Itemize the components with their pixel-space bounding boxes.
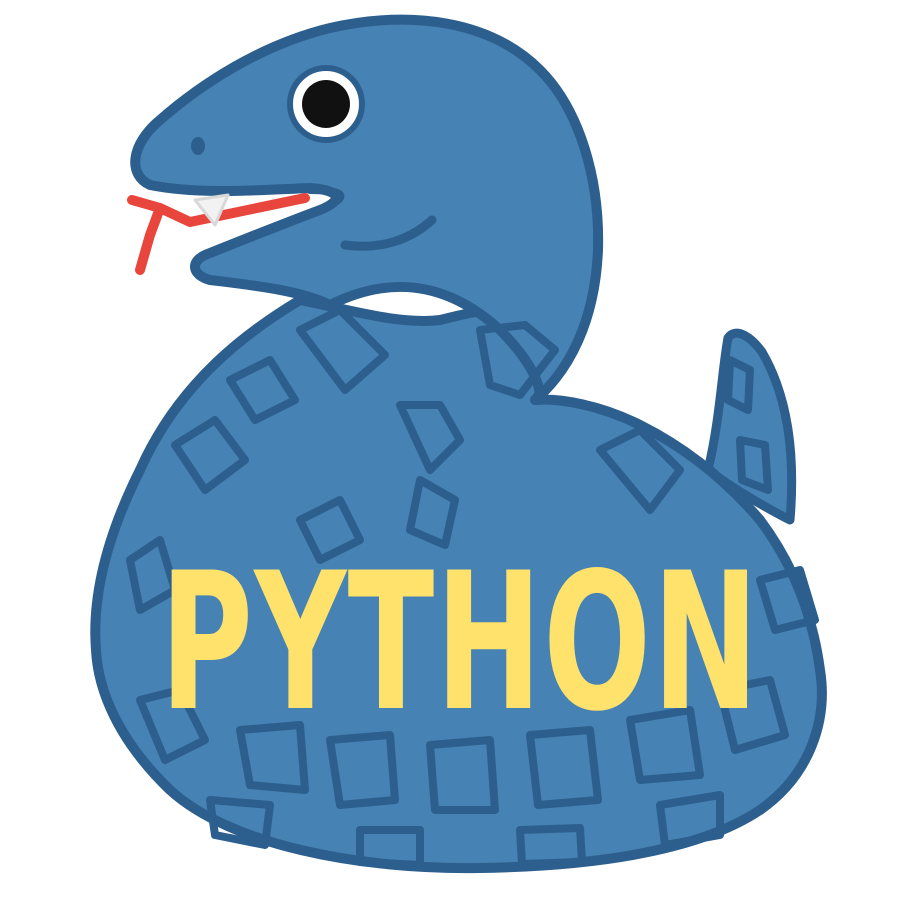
logo-canvas: PYTHON xyxy=(0,0,900,900)
snake-pupil xyxy=(302,80,350,128)
snake-mascot-icon: PYTHON xyxy=(90,14,827,874)
snake-nostril xyxy=(191,137,205,155)
logo-wordmark: PYTHON xyxy=(160,532,760,753)
